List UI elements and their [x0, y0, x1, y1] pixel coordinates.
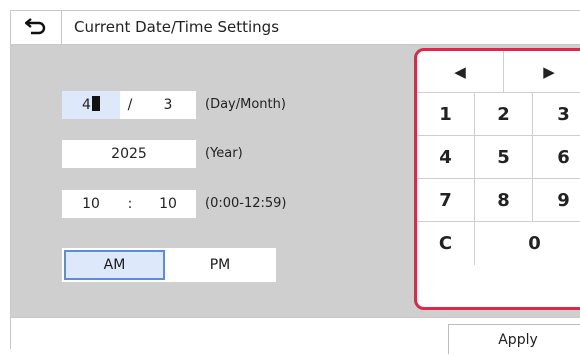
key-4[interactable]: 4: [417, 136, 475, 179]
hour-input[interactable]: 10: [62, 190, 120, 218]
page-title: Current Date/Time Settings: [74, 18, 280, 36]
back-arrow-icon: [24, 17, 47, 39]
minute-input[interactable]: 10: [140, 190, 196, 218]
key-3[interactable]: 3: [533, 93, 580, 136]
key-2[interactable]: 2: [475, 93, 533, 136]
am-button[interactable]: AM: [64, 250, 165, 280]
day-input[interactable]: 4: [62, 91, 120, 119]
date-separator: /: [127, 97, 133, 113]
right-arrow-icon: ▶: [543, 62, 555, 81]
key-9[interactable]: 9: [533, 179, 580, 222]
am-pm-toggle: AM PM: [62, 248, 276, 282]
year-input[interactable]: 2025: [62, 140, 196, 168]
day-value: 4: [82, 97, 91, 113]
key-0[interactable]: 0: [475, 222, 580, 265]
date-time-settings-screen: Current Date/Time Settings 4 / 3 (Day/Mo…: [10, 10, 580, 354]
time-separator: :: [127, 196, 133, 212]
key-1[interactable]: 1: [417, 93, 475, 136]
back-button[interactable]: [11, 11, 62, 44]
key-8[interactable]: 8: [475, 179, 533, 222]
day-month-field[interactable]: 4 / 3: [62, 91, 196, 119]
key-6[interactable]: 6: [533, 136, 580, 179]
cursor-right-button[interactable]: ▶: [504, 51, 580, 93]
time-field[interactable]: 10 : 10: [62, 190, 196, 218]
time-range-label: (0:00-12:59): [205, 196, 287, 211]
clear-button[interactable]: C: [417, 222, 475, 265]
left-arrow-icon: ◀: [454, 62, 466, 81]
cursor-left-button[interactable]: ◀: [417, 51, 504, 93]
year-label: (Year): [205, 146, 243, 161]
year-field[interactable]: 2025: [62, 140, 196, 168]
key-5[interactable]: 5: [475, 136, 533, 179]
bottom-action-bar: Apply: [10, 317, 580, 354]
day-month-label: (Day/Month): [205, 97, 286, 112]
pm-button[interactable]: PM: [168, 250, 272, 280]
apply-button[interactable]: Apply: [448, 324, 580, 354]
text-cursor: [91, 96, 100, 111]
month-input[interactable]: 3: [140, 91, 196, 119]
numeric-keypad: ◀ ▶ 1 2 3 4 5 6 7 8 9 C 0: [414, 48, 580, 310]
header-bar: Current Date/Time Settings: [10, 10, 580, 45]
key-7[interactable]: 7: [417, 179, 475, 222]
